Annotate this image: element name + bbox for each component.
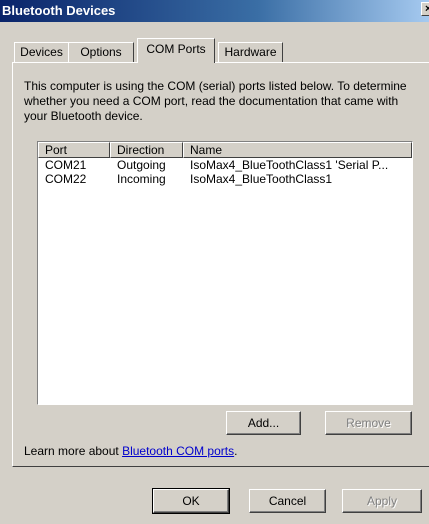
title-bar: Bluetooth Devices × <box>0 0 429 22</box>
name-cell: IsoMax4_BlueToothClass1 <box>190 172 333 186</box>
table-row[interactable]: COM22 Incoming IsoMax4_BlueToothClass1 <box>38 172 412 186</box>
port-cell: COM21 <box>45 158 87 172</box>
tab-com-ports[interactable]: COM Ports <box>137 38 215 63</box>
column-header-direction[interactable]: Direction <box>110 142 183 158</box>
column-header-port[interactable]: Port <box>38 142 110 158</box>
table-row[interactable]: COM21 Outgoing IsoMax4_BlueToothClass1 '… <box>38 158 412 172</box>
remove-button[interactable]: Remove <box>325 411 412 435</box>
window-title: Bluetooth Devices <box>2 3 116 18</box>
add-button[interactable]: Add... <box>226 411 301 435</box>
learn-more-suffix: . <box>234 444 238 458</box>
description-text: This computer is using the COM (serial) … <box>24 79 407 123</box>
learn-more-prefix: Learn more about <box>24 444 123 458</box>
direction-cell: Incoming <box>117 172 166 186</box>
ok-button[interactable]: OK <box>152 488 230 514</box>
close-icon: × <box>425 3 429 15</box>
name-cell: IsoMax4_BlueToothClass1 'Serial P... <box>190 158 389 172</box>
direction-cell: Outgoing <box>117 158 166 172</box>
list-header: Port Direction Name <box>38 142 412 158</box>
tab-options[interactable]: Options <box>68 42 134 62</box>
tab-hardware[interactable]: Hardware <box>218 42 283 62</box>
com-ports-list[interactable]: Port Direction Name COM21 Outgoing IsoMa… <box>37 141 413 405</box>
bluetooth-com-ports-link[interactable]: Bluetooth COM ports <box>122 444 234 458</box>
close-button[interactable]: × <box>421 2 429 16</box>
learn-more-text: Learn more about Bluetooth COM ports. <box>24 444 237 458</box>
apply-button[interactable]: Apply <box>342 489 422 513</box>
tab-devices[interactable]: Devices <box>14 42 69 62</box>
cancel-button[interactable]: Cancel <box>249 489 326 513</box>
port-cell: COM22 <box>45 172 87 186</box>
column-header-name[interactable]: Name <box>183 142 412 158</box>
